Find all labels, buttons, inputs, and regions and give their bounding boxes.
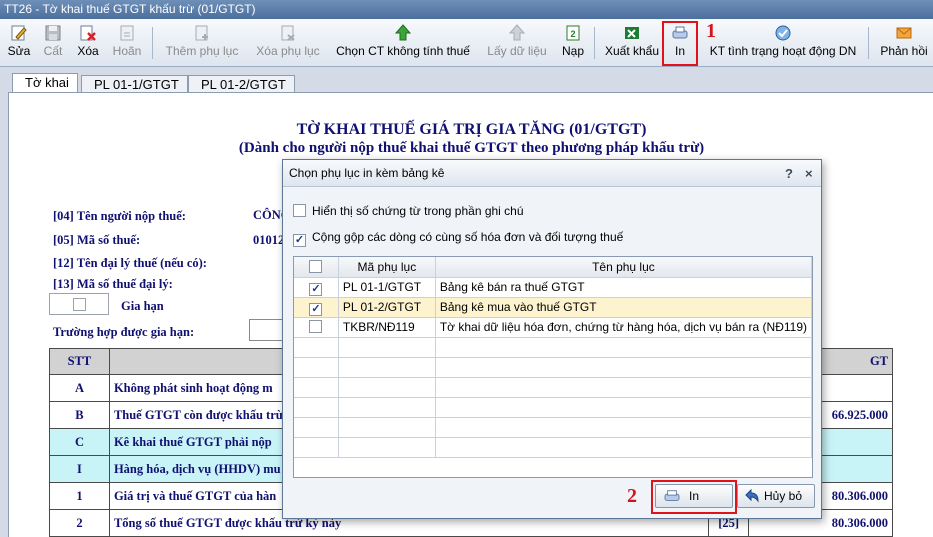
svg-text:2: 2 (570, 29, 575, 39)
extension-case-select[interactable] (249, 319, 285, 341)
list-empty-row (294, 397, 813, 418)
toolbar-separator (868, 27, 869, 59)
undo-icon (120, 25, 134, 41)
option-show-voucher-label: Hiển thị số chứng từ trong phần ghi chú (312, 204, 524, 218)
row-stt: B (49, 401, 110, 429)
step-2-marker: 2 (627, 485, 637, 507)
list-header-name: Tên phụ lục (435, 257, 813, 278)
toolbar: Sửa Cất Xóa Hoãn Thêm phụ lục Xóa phụ lụ… (0, 19, 933, 67)
help-icon[interactable]: ? (785, 160, 793, 187)
remove-appendix-button[interactable]: Xóa phụ lục (250, 21, 326, 65)
load-icon: 2 (566, 25, 580, 41)
list-empty-row (294, 357, 813, 378)
cancel-button[interactable]: Hủy bỏ (737, 484, 815, 508)
list-item-checkbox[interactable] (309, 320, 323, 333)
header-stt: STT (49, 348, 110, 375)
document-title: TỜ KHAI THUẾ GIÁ TRỊ GIA TĂNG (01/GTGT) (296, 121, 647, 138)
option-show-voucher-checkbox[interactable] (293, 204, 306, 217)
export-button[interactable]: Xuất khẩu (602, 21, 662, 65)
list-empty-row (294, 377, 813, 398)
row-stt: C (49, 428, 110, 456)
extension-checkbox-box (49, 293, 109, 315)
list-empty-row (294, 417, 813, 438)
list-item-check-cell: ✓ (294, 297, 339, 318)
list-item-checkbox[interactable]: ✓ (309, 302, 323, 316)
add-appendix-button[interactable]: Thêm phụ lục (160, 21, 244, 65)
feedback-button[interactable]: Phản hồi (876, 21, 932, 65)
check-status-icon (775, 25, 791, 41)
tab-appendix-01-2[interactable]: PL 01-2/GTGT (188, 75, 295, 93)
row-stt: A (49, 374, 110, 402)
list-header-select-all[interactable] (294, 257, 339, 278)
option-merge-lines-label: Cộng gộp các dòng có cùng số hóa đơn và … (312, 230, 624, 244)
tax-code-label: [05] Mã số thuế: (53, 233, 141, 247)
print-button-highlight (662, 21, 698, 66)
list-item-name: Tờ khai dữ liệu hóa đơn, chứng từ hàng h… (435, 317, 813, 338)
remove-appendix-icon (281, 25, 295, 41)
undo-arrow-icon (745, 489, 759, 503)
list-item-code: PL 01-1/GTGT (338, 277, 436, 298)
window-title: TT26 - Tờ khai thuế GTGT khấu trừ (01/GT… (0, 0, 933, 19)
agent-name-label: [12] Tên đại lý thuế (nếu có): (53, 256, 207, 270)
appendix-list: Mã phụ lục Tên phụ lục ✓ PL 01-1/GTGT Bả… (293, 256, 813, 478)
get-data-icon (508, 24, 526, 41)
toolbar-separator (594, 27, 595, 59)
option-merge-lines[interactable]: ✓ Cộng gộp các dòng có cùng số hóa đơn và… (293, 230, 623, 247)
dialog-title: Chọn phụ lục in kèm bảng kê (289, 166, 445, 180)
close-icon[interactable]: × (805, 160, 813, 187)
list-empty-row (294, 437, 813, 458)
extension-label: Gia hạn (121, 299, 164, 313)
document-subtitle: (Dành cho người nộp thuế khai thuế GTGT … (238, 140, 705, 156)
undo-button[interactable]: Hoãn (108, 21, 146, 65)
agent-code-label: [13] Mã số thuế đại lý: (53, 277, 173, 291)
envelope-icon (896, 27, 912, 39)
get-data-button[interactable]: Lấy dữ liệu (484, 21, 550, 65)
list-item-name: Bảng kê bán ra thuế GTGT (435, 277, 813, 298)
list-item[interactable]: ✓ PL 01-2/GTGT Bảng kê mua vào thuế GTGT (294, 297, 813, 318)
printer-icon (664, 490, 680, 501)
list-item-code: PL 01-2/GTGT (338, 297, 436, 318)
toolbar-separator (152, 27, 153, 59)
option-show-voucher-number[interactable]: Hiển thị số chứng từ trong phần ghi chú (293, 204, 524, 218)
list-item[interactable]: ✓ PL 01-1/GTGT Bảng kê bán ra thuế GTGT (294, 277, 813, 298)
load-button[interactable]: 2 Nạp (558, 21, 588, 65)
list-item-check-cell: ✓ (294, 277, 339, 298)
list-header-row: Mã phụ lục Tên phụ lục (294, 257, 813, 278)
row-stt: 2 (49, 509, 110, 537)
green-up-arrow-icon (394, 24, 412, 41)
add-appendix-icon (195, 25, 208, 41)
save-icon (45, 25, 61, 41)
row-stt: I (49, 455, 110, 483)
delete-button[interactable]: Xóa (72, 21, 104, 65)
excel-icon (625, 27, 639, 39)
choose-appendix-dialog: Chọn phụ lục in kèm bảng kê ? × Hiển thị… (282, 159, 822, 519)
dialog-titlebar: Chọn phụ lục in kèm bảng kê ? × (283, 160, 821, 187)
delete-icon (80, 25, 96, 41)
tab-bar: Tờ khai PL 01-1/GTGT PL 01-2/GTGT (0, 67, 933, 93)
print-confirm-button[interactable]: In (655, 484, 733, 508)
extension-case-label: Trường hợp được gia hạn: (53, 325, 195, 339)
list-item-check-cell (294, 317, 339, 338)
taxpayer-name-label: [04] Tên người nộp thuế: (53, 209, 186, 223)
list-header-code: Mã phụ lục (338, 257, 436, 278)
list-item-name: Bảng kê mua vào thuế GTGT (435, 297, 813, 318)
check-business-status-button[interactable]: KT tình trạng hoạt động DN (706, 21, 860, 65)
list-item-checkbox[interactable]: ✓ (309, 282, 323, 296)
option-merge-lines-checkbox[interactable]: ✓ (293, 234, 306, 247)
tab-declaration[interactable]: Tờ khai (12, 73, 78, 93)
edit-icon (11, 25, 27, 41)
step-1-marker: 1 (706, 20, 716, 42)
list-empty-row (294, 337, 813, 358)
row-stt: 1 (49, 482, 110, 510)
choose-non-taxable-button[interactable]: Chọn CT không tính thuế (332, 21, 474, 65)
tax-code-value[interactable]: 01012 (253, 233, 284, 248)
edit-button[interactable]: Sửa (4, 21, 34, 65)
tab-appendix-01-1[interactable]: PL 01-1/GTGT (81, 75, 188, 93)
list-item-code: TKBR/NĐ119 (338, 317, 436, 338)
select-all-checkbox[interactable] (309, 259, 323, 273)
save-button[interactable]: Cất (38, 21, 68, 65)
list-item[interactable]: TKBR/NĐ119 Tờ khai dữ liệu hóa đơn, chứn… (294, 317, 813, 338)
extension-checkbox[interactable] (73, 298, 86, 311)
print-confirm-label: In (688, 489, 699, 503)
